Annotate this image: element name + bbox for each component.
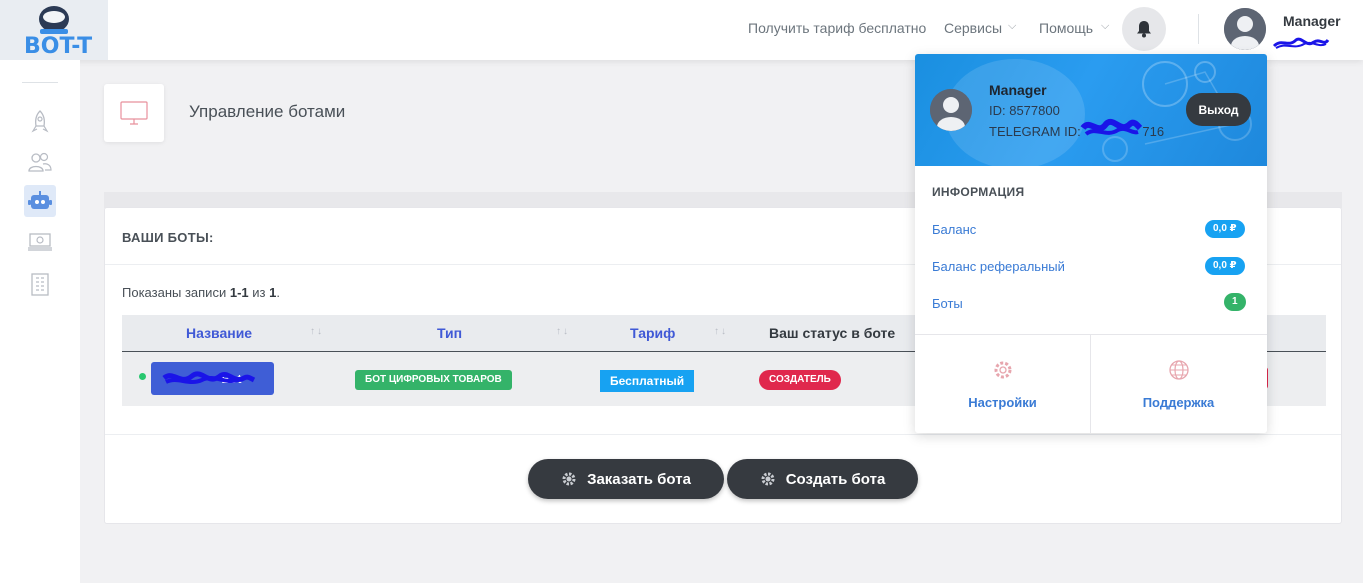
- logo[interactable]: BOT-T: [0, 0, 108, 60]
- user-id: ID: 8577800: [989, 103, 1060, 118]
- order-bot-button[interactable]: Заказать бота: [528, 459, 724, 499]
- page-title-icon-box: [104, 84, 164, 142]
- redaction-scribble: [1080, 119, 1142, 136]
- sort-icon[interactable]: ↑↓: [556, 326, 570, 337]
- page-title: Управление ботами: [189, 102, 346, 121]
- user-dropdown-header: Manager ID: 8577800 TELEGRAM ID: 716 Вых…: [915, 54, 1267, 166]
- tariff-badge: Бесплатный: [600, 370, 695, 392]
- user-icon: [1224, 8, 1266, 50]
- chevron-down-icon: ⌵: [1101, 20, 1110, 32]
- column-type-header[interactable]: Тип: [437, 325, 462, 341]
- bots-link[interactable]: Боты: [932, 296, 963, 311]
- building-icon: [31, 273, 49, 296]
- logo-text: BOT-T: [24, 34, 93, 59]
- sidebar-item-docs[interactable]: [24, 268, 56, 300]
- gear-icon: [761, 472, 775, 486]
- settings-button[interactable]: Настройки: [915, 335, 1090, 433]
- money-icon: [28, 233, 52, 251]
- sidebar-divider: [22, 82, 58, 83]
- monitor-icon: [120, 101, 148, 125]
- bots-count-badge: 1: [1224, 293, 1246, 311]
- sidebar-item-users[interactable]: [24, 146, 56, 178]
- robot-logo-icon: [39, 6, 69, 34]
- balance-badge: 0,0 ₽: [1205, 220, 1245, 238]
- logout-button[interactable]: Выход: [1186, 93, 1251, 126]
- sidebar-item-finance[interactable]: [24, 226, 56, 258]
- records-info: Показаны записи 1-1 из 1.: [122, 285, 280, 300]
- chevron-down-icon: ⌵: [1008, 20, 1017, 32]
- bot-type-badge: БОТ ЦИФРОВЫХ ТОВАРОВ: [355, 370, 512, 390]
- sort-icon[interactable]: ↑↓: [714, 326, 728, 337]
- sidebar-item-bots[interactable]: [24, 185, 56, 217]
- sort-icon[interactable]: ↑↓: [310, 326, 324, 337]
- redaction-scribble: [162, 371, 256, 384]
- help-menu[interactable]: Помощь: [1039, 20, 1093, 36]
- balance-link[interactable]: Баланс: [932, 222, 976, 237]
- users-icon: [28, 152, 52, 172]
- user-icon: [930, 89, 972, 131]
- column-name-header[interactable]: Название: [186, 325, 252, 341]
- redaction-scribble: [1272, 37, 1330, 49]
- info-section-title: ИНФОРМАЦИЯ: [932, 185, 1025, 199]
- support-button[interactable]: Поддержка: [1091, 335, 1266, 433]
- top-user-name[interactable]: Manager: [1283, 13, 1341, 29]
- avatar: [930, 89, 972, 131]
- gear-icon: [994, 361, 1011, 378]
- notifications-button[interactable]: [1122, 7, 1166, 51]
- sidebar-item-launch[interactable]: [24, 106, 56, 138]
- status-badge: СОЗДАТЕЛЬ: [759, 370, 841, 390]
- services-menu[interactable]: Сервисы: [944, 20, 1002, 36]
- rocket-icon: [31, 110, 49, 133]
- bell-icon: [1137, 21, 1151, 38]
- globe-icon: [1168, 359, 1189, 380]
- online-status-dot: [139, 373, 146, 380]
- card-header: ВАШИ БОТЫ:: [122, 230, 214, 245]
- sidebar: [0, 60, 80, 583]
- robot-icon: [28, 191, 52, 209]
- avatar[interactable]: [1224, 8, 1266, 50]
- referral-balance-badge: 0,0 ₽: [1205, 257, 1245, 275]
- referral-balance-link[interactable]: Баланс реферальный: [932, 259, 1065, 274]
- divider: [105, 434, 1341, 435]
- free-tariff-link[interactable]: Получить тариф бесплатно: [748, 20, 926, 36]
- column-tariff-header[interactable]: Тариф: [630, 325, 675, 341]
- gear-icon: [562, 472, 576, 486]
- top-bar: BOT-T Получить тариф бесплатно Сервисы ⌵…: [0, 0, 1363, 60]
- dropdown-user-name: Manager: [989, 82, 1047, 98]
- user-dropdown: Manager ID: 8577800 TELEGRAM ID: 716 Вых…: [915, 54, 1267, 433]
- column-status-header: Ваш статус в боте: [769, 325, 896, 341]
- divider: [1198, 14, 1199, 44]
- create-bot-button[interactable]: Создать бота: [727, 459, 918, 499]
